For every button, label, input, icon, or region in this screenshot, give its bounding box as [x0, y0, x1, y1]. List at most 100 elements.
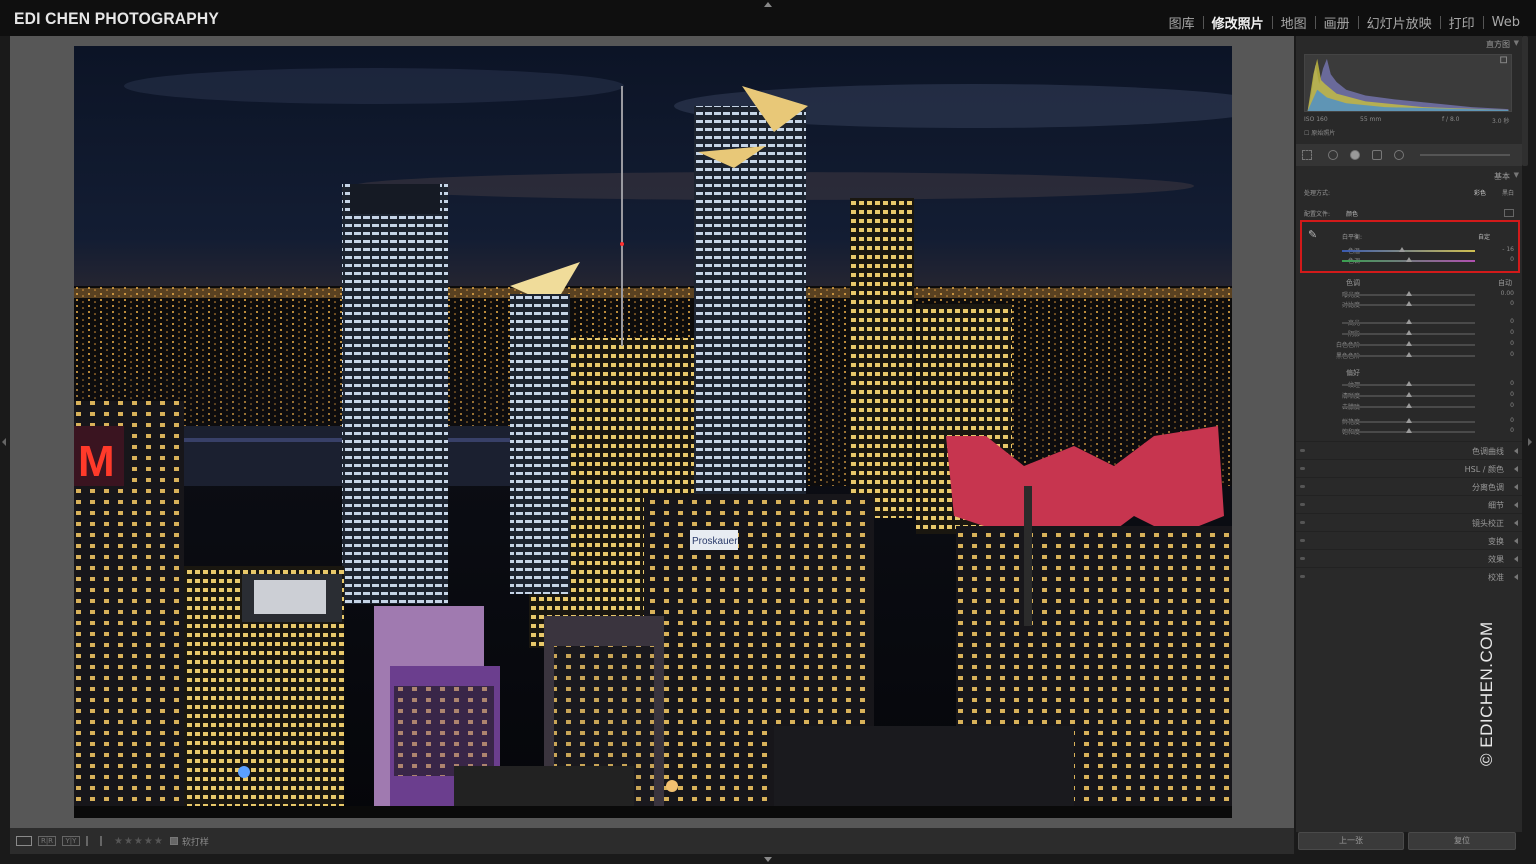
- module-develop[interactable]: 修改照片: [1204, 13, 1272, 32]
- slider-value[interactable]: 0: [1510, 427, 1514, 434]
- slider-knob[interactable]: [1405, 291, 1412, 296]
- profile-browser-icon[interactable]: [1504, 209, 1514, 217]
- tone-auto-button[interactable]: 自动: [1498, 278, 1512, 288]
- treatment-bw-button[interactable]: 黑白: [1502, 188, 1514, 197]
- expand-triangle-icon[interactable]: [1514, 466, 1518, 472]
- panel-collapse-icon[interactable]: ▼: [1514, 39, 1519, 47]
- reject-flag-icon[interactable]: [100, 836, 108, 846]
- profile-dropdown[interactable]: 颜色: [1346, 209, 1358, 218]
- slider-knob[interactable]: [1405, 392, 1412, 397]
- slider-knob[interactable]: [1405, 341, 1412, 346]
- loupe-view-icon[interactable]: [16, 836, 32, 846]
- soft-proof-checkbox[interactable]: [169, 837, 178, 845]
- collapsed-panel-header[interactable]: 校准: [1296, 567, 1522, 585]
- lightroom-window: EDI CHEN PHOTOGRAPHY 图库 修改照片 地图 画册 幻灯片放映…: [0, 0, 1536, 864]
- radial-filter-icon[interactable]: [1394, 150, 1404, 160]
- histogram-header[interactable]: 直方图 ▼: [1296, 36, 1522, 50]
- expand-triangle-icon[interactable]: [1514, 502, 1518, 508]
- slider-value[interactable]: 0.00: [1501, 290, 1514, 297]
- module-book[interactable]: 画册: [1316, 13, 1358, 32]
- collapsed-panel-title: 效果: [1488, 555, 1504, 564]
- slider-value[interactable]: 0: [1510, 402, 1514, 409]
- collapsed-panel-title: HSL / 颜色: [1464, 465, 1504, 474]
- slider-knob[interactable]: [1405, 428, 1412, 433]
- histogram-title: 直方图: [1486, 40, 1510, 49]
- star-rating[interactable]: ★★★★★: [114, 836, 164, 847]
- collapsed-panel-title: 变换: [1488, 537, 1504, 546]
- graduated-filter-icon[interactable]: [1372, 150, 1382, 160]
- slider-knob[interactable]: [1405, 418, 1412, 423]
- top-panel-toggle-icon[interactable]: [764, 2, 772, 7]
- slider-knob[interactable]: [1405, 330, 1412, 335]
- collapsed-panel-header[interactable]: 分离色调: [1296, 477, 1522, 495]
- original-photo-checkbox[interactable]: ☐ 原始照片: [1304, 128, 1335, 137]
- module-web[interactable]: Web: [1484, 15, 1528, 30]
- slider-knob[interactable]: [1405, 352, 1412, 357]
- collapsed-panel-header[interactable]: 效果: [1296, 549, 1522, 567]
- panel-switch-icon[interactable]: [1300, 521, 1305, 524]
- collapsed-panel-title: 分离色调: [1472, 483, 1504, 492]
- slider-value[interactable]: 0: [1510, 417, 1514, 424]
- before-after-swap-icon[interactable]: Y|Y: [62, 836, 80, 846]
- expand-triangle-icon[interactable]: [1514, 556, 1518, 562]
- collapsed-panel-header[interactable]: 镜头校正: [1296, 513, 1522, 531]
- soft-proof-label: 软打样: [181, 837, 209, 848]
- collapsed-panel-header[interactable]: HSL / 颜色: [1296, 459, 1522, 477]
- slider-value[interactable]: 0: [1510, 318, 1514, 325]
- previous-button[interactable]: 上一张: [1298, 832, 1404, 850]
- panel-collapse-icon[interactable]: ▼: [1514, 171, 1519, 179]
- bottom-panel-toggle-icon[interactable]: [764, 857, 772, 862]
- slider-value[interactable]: 0: [1510, 351, 1514, 358]
- basic-header[interactable]: 基本 ▼: [1296, 168, 1522, 182]
- crop-tool-icon[interactable]: [1302, 150, 1312, 160]
- panel-switch-icon[interactable]: [1300, 539, 1305, 542]
- left-panel-toggle-icon[interactable]: [2, 438, 6, 446]
- spot-removal-icon[interactable]: [1328, 150, 1338, 160]
- before-after-icon[interactable]: R|R: [38, 836, 56, 846]
- red-eye-icon[interactable]: [1350, 150, 1360, 160]
- collapsed-panel-header[interactable]: 细节: [1296, 495, 1522, 513]
- panel-switch-icon[interactable]: [1300, 467, 1305, 470]
- expand-triangle-icon[interactable]: [1514, 538, 1518, 544]
- brush-slider[interactable]: [1420, 154, 1510, 156]
- expand-triangle-icon[interactable]: [1514, 448, 1518, 454]
- slider-knob[interactable]: [1405, 381, 1412, 386]
- collapsed-panel-title: 色调曲线: [1472, 447, 1504, 456]
- slider-knob[interactable]: [1405, 319, 1412, 324]
- treatment-color-button[interactable]: 彩色: [1474, 188, 1486, 197]
- module-print[interactable]: 打印: [1441, 13, 1483, 32]
- panel-switch-icon[interactable]: [1300, 575, 1305, 578]
- histogram: [1304, 54, 1512, 112]
- expand-triangle-icon[interactable]: [1514, 484, 1518, 490]
- expand-triangle-icon[interactable]: [1514, 520, 1518, 526]
- panel-switch-icon[interactable]: [1300, 557, 1305, 560]
- slider-value[interactable]: 0: [1510, 391, 1514, 398]
- flag-icon[interactable]: [86, 836, 94, 846]
- right-panel-scrollbar[interactable]: [1522, 36, 1528, 166]
- slider-value[interactable]: 0: [1510, 340, 1514, 347]
- panel-switch-icon[interactable]: [1300, 449, 1305, 452]
- module-map[interactable]: 地图: [1273, 13, 1315, 32]
- right-panel-toggle-icon[interactable]: [1528, 438, 1532, 446]
- slider-knob[interactable]: [1405, 403, 1412, 408]
- collapsed-panel-header[interactable]: 变换: [1296, 531, 1522, 549]
- slider-value[interactable]: 0: [1510, 300, 1514, 307]
- collapsed-panel-header[interactable]: 色调曲线: [1296, 441, 1522, 459]
- panel-switch-icon[interactable]: [1300, 503, 1305, 506]
- slider-value[interactable]: 0: [1510, 380, 1514, 387]
- expand-triangle-icon[interactable]: [1514, 574, 1518, 580]
- slider-value[interactable]: 0: [1510, 329, 1514, 336]
- basic-title: 基本: [1494, 172, 1510, 181]
- module-slideshow[interactable]: 幻灯片放映: [1359, 13, 1440, 32]
- module-library[interactable]: 图库: [1161, 13, 1203, 32]
- panel-switch-icon[interactable]: [1300, 485, 1305, 488]
- collapsed-panel-title: 细节: [1488, 501, 1504, 510]
- slider-row: 高光0: [1296, 317, 1522, 328]
- module-picker: 图库 修改照片 地图 画册 幻灯片放映 打印 Web: [1161, 13, 1528, 32]
- bottom-toolbar: R|R Y|Y ★★★★★ 软打样: [10, 828, 1294, 854]
- hist-focal: 55 mm: [1360, 116, 1382, 123]
- slider-knob[interactable]: [1405, 301, 1412, 306]
- reset-button[interactable]: 复位: [1408, 832, 1516, 850]
- collapsed-panel-title: 校准: [1488, 573, 1504, 582]
- tone-label: 色调: [1346, 279, 1360, 287]
